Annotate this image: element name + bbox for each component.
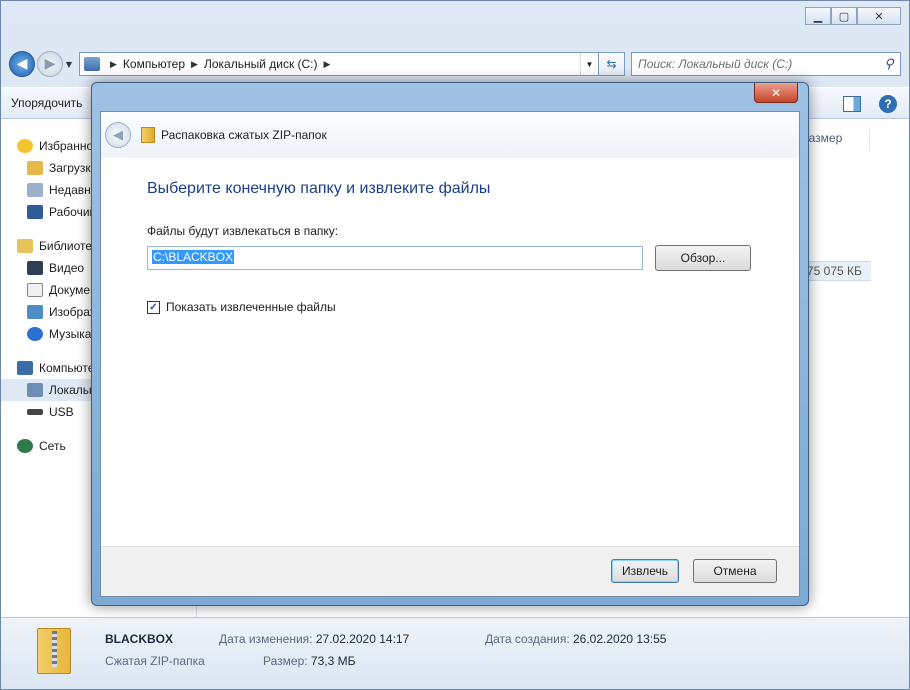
back-arrow-icon[interactable]: ◀	[9, 51, 35, 77]
details-created: Дата создания: 26.02.2020 13:55	[485, 632, 666, 646]
recent-pages-dropdown[interactable]: ▼	[63, 60, 75, 69]
breadcrumb-local-disk[interactable]: Локальный диск (C:)	[204, 57, 318, 71]
chevron-right-icon[interactable]: ▶	[110, 59, 117, 70]
chevron-right-icon[interactable]: ▶	[324, 59, 331, 70]
details-size: Размер: 73,3 МБ	[263, 654, 355, 668]
organize-button[interactable]: Упорядочить	[11, 96, 82, 110]
toolbar-right: ?	[843, 95, 897, 113]
modified-label: Дата изменения:	[219, 632, 313, 646]
network-icon	[17, 439, 33, 453]
breadcrumb-computer[interactable]: Компьютер	[123, 57, 185, 71]
extract-dialog: ✕ ◀ Распаковка сжатых ZIP-папок Выберите…	[91, 82, 809, 606]
show-files-label: Показать извлеченные файлы	[166, 300, 336, 314]
recent-places-icon	[27, 183, 43, 197]
file-size-cell: 75 075 КБ	[805, 261, 871, 281]
address-bar[interactable]: ▶ Компьютер ▶ Локальный диск (C:) ▶ ▼	[79, 52, 599, 76]
nav-label: USB	[49, 405, 74, 419]
details-modified: Дата изменения: 27.02.2020 14:17	[219, 632, 409, 646]
created-value: 26.02.2020 13:55	[573, 632, 667, 646]
details-name: BLACKBOX	[105, 632, 173, 646]
browse-button[interactable]: Обзор...	[655, 245, 751, 271]
destination-path-value: C:\BLACKBOX	[152, 250, 235, 264]
desktop-icon	[27, 205, 43, 219]
forward-arrow-icon[interactable]: ▶	[37, 51, 63, 77]
back-arrow-icon[interactable]: ◀	[105, 122, 131, 148]
search-icon[interactable]: ⚲	[878, 56, 900, 72]
image-icon	[27, 305, 43, 319]
size-value: 73,3 МБ	[310, 654, 356, 668]
maximize-button[interactable]: ▢	[831, 7, 857, 25]
search-placeholder: Поиск: Локальный диск (C:)	[638, 57, 793, 71]
dialog-heading: Выберите конечную папку и извлеките файл…	[147, 180, 491, 197]
nav-label: Видео	[49, 261, 85, 275]
downloads-folder-icon	[27, 161, 43, 175]
dialog-close-button[interactable]: ✕	[754, 83, 798, 103]
extract-button[interactable]: Извлечь	[611, 559, 679, 583]
address-dropdown-icon[interactable]: ▼	[580, 53, 598, 75]
star-icon	[17, 139, 33, 153]
chevron-right-icon[interactable]: ▶	[191, 59, 198, 70]
music-icon	[27, 327, 43, 341]
zip-folder-icon	[141, 127, 155, 143]
size-label: Размер:	[263, 654, 308, 668]
search-input[interactable]: Поиск: Локальный диск (C:) ⚲	[631, 52, 901, 76]
cancel-button[interactable]: Отмена	[693, 559, 777, 583]
refresh-icon[interactable]: ⇆	[599, 52, 625, 76]
dialog-content: ◀ Распаковка сжатых ZIP-папок Выберите к…	[100, 111, 800, 597]
address-row: ◀ ▶ ▼ ▶ Компьютер ▶ Локальный диск (C:) …	[9, 49, 901, 79]
created-label: Дата создания:	[485, 632, 570, 646]
nav-label: Музыка	[49, 327, 92, 341]
computer-icon	[17, 361, 33, 375]
destination-path-input[interactable]: C:\BLACKBOX	[147, 246, 643, 270]
explorer-titlebar	[1, 1, 909, 43]
checkbox-checked-icon[interactable]: ✓	[147, 300, 160, 314]
window-controls: ▁ ▢ ✕	[805, 7, 901, 25]
drive-icon	[84, 57, 100, 71]
help-icon[interactable]: ?	[879, 95, 897, 113]
document-icon	[27, 283, 43, 297]
zip-folder-icon	[37, 628, 71, 674]
destination-label: Файлы будут извлекаться в папку:	[147, 224, 339, 238]
preview-pane-icon[interactable]	[843, 96, 861, 112]
show-files-option[interactable]: ✓ Показать извлеченные файлы	[147, 300, 336, 314]
minimize-button[interactable]: ▁	[805, 7, 831, 25]
close-button[interactable]: ✕	[857, 7, 901, 25]
library-icon	[17, 239, 33, 253]
dialog-footer: Извлечь Отмена	[101, 546, 799, 596]
video-icon	[27, 261, 43, 275]
details-type: Сжатая ZIP-папка	[105, 654, 205, 668]
drive-icon	[27, 383, 43, 397]
nav-label: Сеть	[39, 439, 66, 453]
dialog-title: Распаковка сжатых ZIP-папок	[161, 128, 327, 142]
modified-value: 27.02.2020 14:17	[315, 632, 410, 646]
usb-drive-icon	[27, 409, 43, 415]
column-divider[interactable]	[869, 129, 870, 151]
details-pane: BLACKBOX Сжатая ZIP-папка Дата изменения…	[1, 617, 909, 689]
dialog-header: ◀ Распаковка сжатых ZIP-папок	[101, 112, 799, 158]
